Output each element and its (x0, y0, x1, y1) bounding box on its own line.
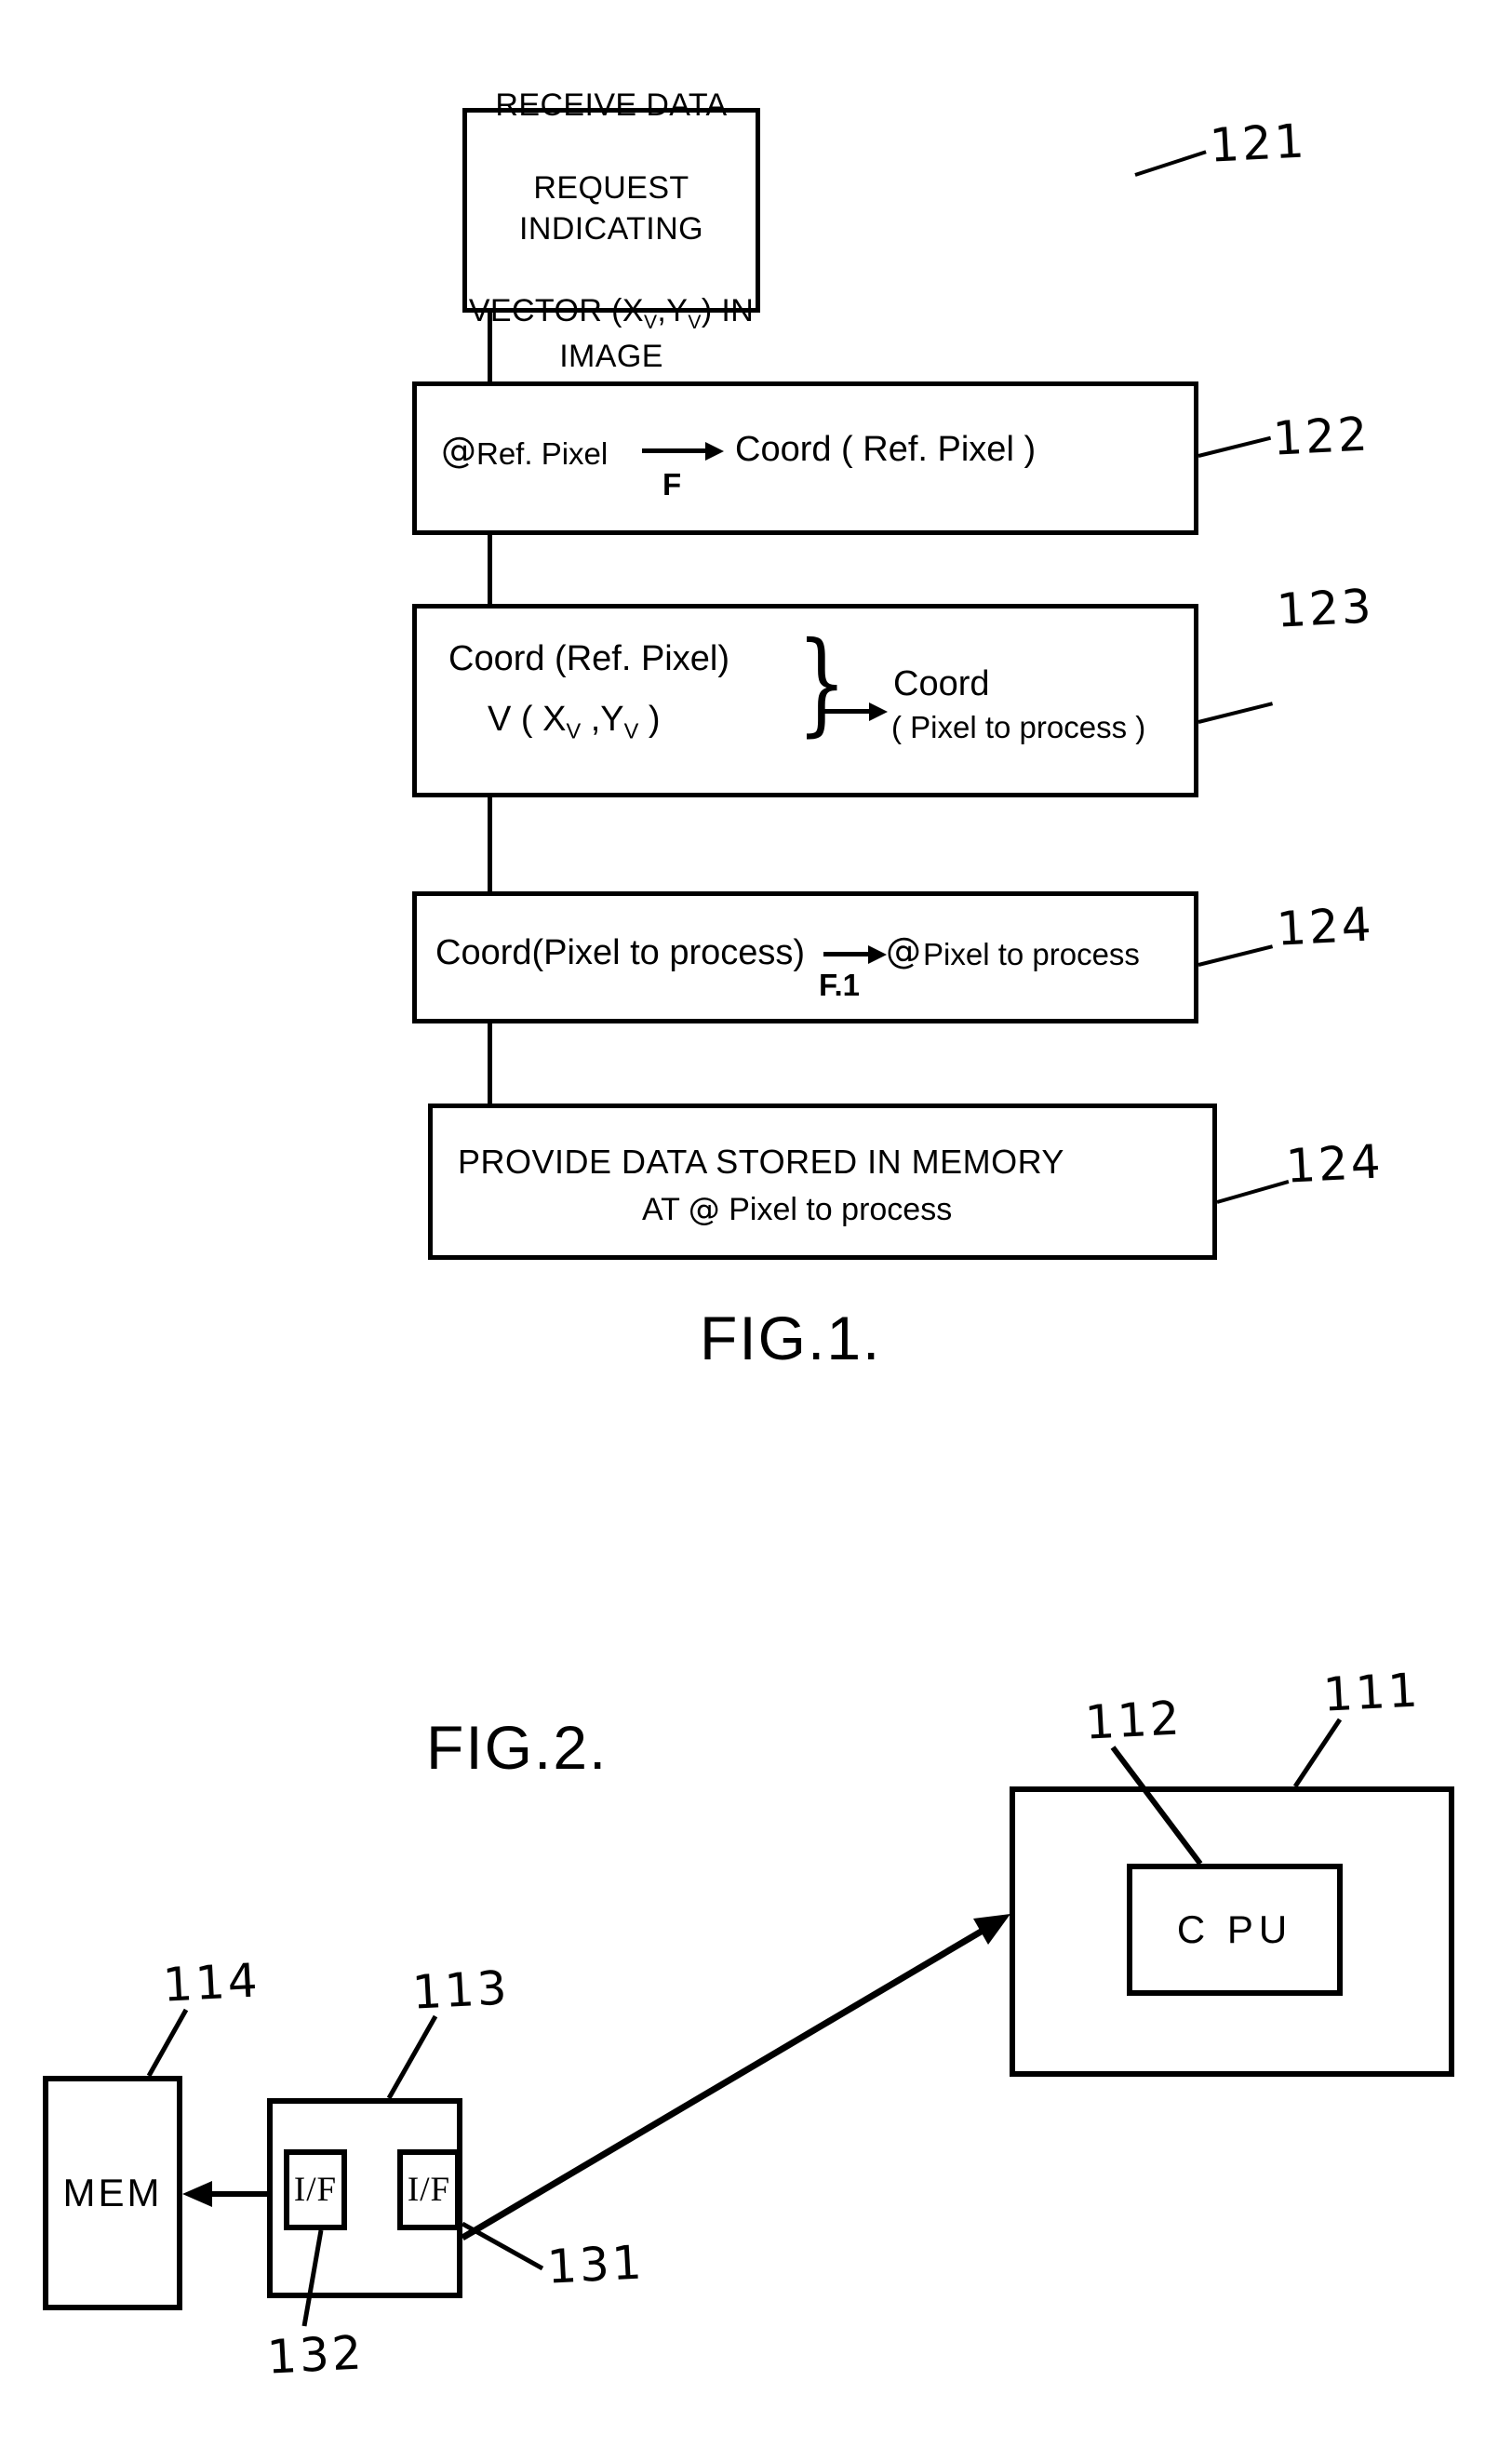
step5-line1: PROVIDE DATA STORED IN MEMORY (458, 1143, 1064, 1181)
cpu-block: C PU (1127, 1864, 1343, 1996)
step3-brace-bottom-text: V ( XV ,YV ) (488, 700, 661, 743)
ref-numeral-124: 124 (1275, 897, 1375, 956)
step3-result-bottom: ( Pixel to process ) (891, 710, 1146, 744)
leader-124 (1198, 944, 1274, 967)
step2-operator-F: F (662, 467, 682, 502)
step5-line2: AT @ Pixel to process (642, 1191, 953, 1228)
step2-arrow-head (705, 442, 724, 461)
step3-result-top: Coord (893, 664, 990, 703)
interface-left-block: I/F (284, 2149, 347, 2230)
leader-123 (1198, 702, 1274, 724)
patent-drawing-sheet: RECEIVE DATA REQUEST INDICATING VECTOR (… (0, 0, 1512, 2448)
step1-line1: RECEIVE DATA (495, 87, 728, 124)
ref-numeral-112: 112 (1083, 1691, 1184, 1750)
fig2-caption: FIG.2. (426, 1713, 609, 1782)
memory-block: MEM (43, 2076, 182, 2310)
interface-right-block: I/F (397, 2149, 461, 2230)
step3-grouping-brace: } (796, 619, 847, 748)
connector-1-2 (488, 313, 492, 381)
fig1-caption: FIG.1. (700, 1304, 882, 1372)
leader-122 (1198, 435, 1272, 458)
connector-3-4 (488, 797, 492, 891)
leader-124b (1216, 1180, 1290, 1204)
leader-121 (1134, 150, 1207, 177)
step4-arrow-line (823, 952, 870, 956)
step2-right-operand: Coord ( Ref. Pixel ) (735, 430, 1037, 469)
cpu-label: C PU (1176, 1907, 1293, 1951)
ref-numeral-131: 131 (545, 2235, 646, 2294)
step1-line3: VECTOR (XV,YV) IN IMAGE (468, 293, 755, 374)
interface-right-label: I/F (407, 2171, 451, 2209)
step4-left-operand: Coord(Pixel to process) (435, 933, 806, 972)
step2-at-icon: @ (441, 430, 476, 471)
step1-line2: REQUEST INDICATING (519, 169, 703, 247)
ref-numeral-113: 113 (410, 1960, 511, 2020)
step2-left-operand: Ref. Pixel (476, 436, 609, 471)
step4-at-icon: @ (886, 930, 921, 971)
ref-numeral-124b: 124 (1284, 1134, 1385, 1194)
interface-left-label: I/F (293, 2171, 338, 2209)
connector-2-3 (488, 535, 492, 604)
step4-arrow-head (868, 945, 887, 964)
step2-arrow-line (642, 448, 707, 453)
ref-numeral-123: 123 (1275, 579, 1375, 638)
step3-brace-top-text: Coord (Ref. Pixel) (448, 639, 729, 678)
ref-numeral-111: 111 (1321, 1663, 1422, 1722)
step3-arrow-head (869, 702, 888, 721)
step3-arrow-line (821, 709, 871, 714)
step4-operator-F-inverse: F.1 (819, 968, 861, 1002)
flow-step-receive-request: RECEIVE DATA REQUEST INDICATING VECTOR (… (462, 87, 760, 374)
ref-numeral-122: 122 (1271, 407, 1372, 466)
ref-numeral-132: 132 (265, 2325, 366, 2385)
ref-numeral-114: 114 (161, 1953, 261, 2013)
flow-step-provide-data (428, 1104, 1217, 1260)
connector-4-5 (488, 1023, 492, 1104)
flow-step-1-text: RECEIVE DATA REQUEST INDICATING VECTOR (… (467, 44, 756, 377)
step4-right-operand: Pixel to process (923, 937, 1140, 971)
ref-numeral-121: 121 (1208, 114, 1308, 173)
mem-label: MEM (62, 2171, 163, 2214)
